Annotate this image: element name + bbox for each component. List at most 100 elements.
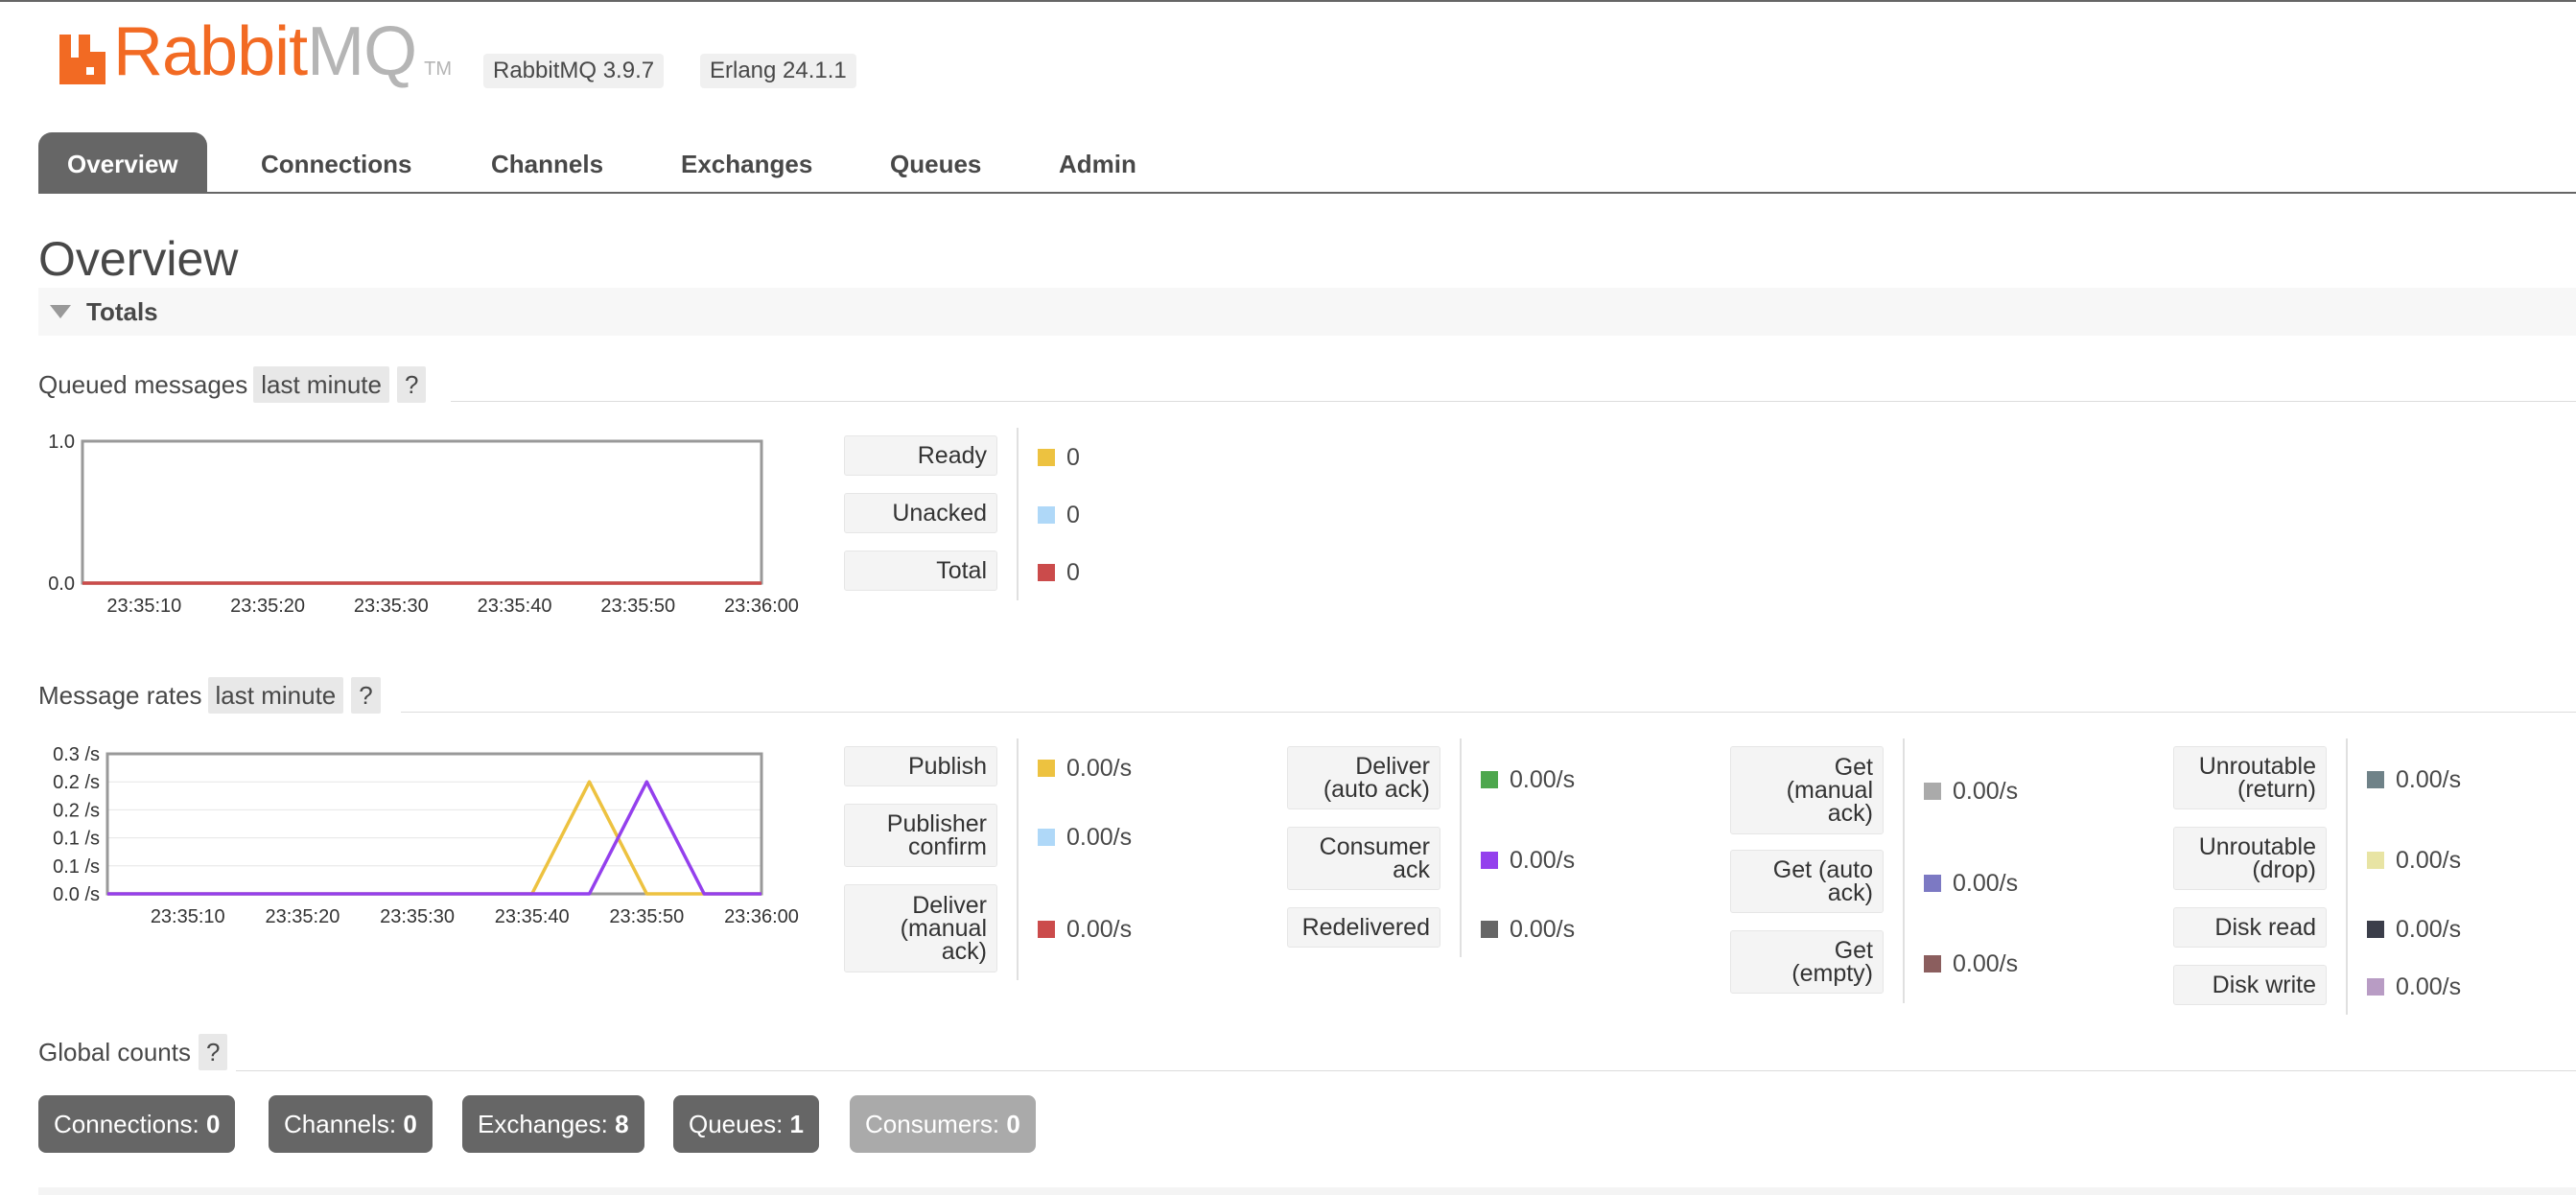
- y-tick-label: 0.1 /s: [53, 829, 100, 850]
- main-nav-tabs: Overview Connections Channels Exchanges …: [38, 132, 2576, 194]
- y-tick-label: 0.0 /s: [53, 884, 100, 905]
- legend-label-redelivered: Redelivered: [1287, 907, 1440, 948]
- disk-read-swatch: [2367, 921, 2384, 938]
- deliver-auto-ack-swatch: [1481, 771, 1498, 788]
- queues-count-button[interactable]: Queues: 1: [673, 1095, 819, 1153]
- tab-admin[interactable]: Admin: [1030, 132, 1165, 194]
- tab-exchanges[interactable]: Exchanges: [652, 132, 841, 194]
- legend-value-disk-write: 0.00/s: [2367, 972, 2461, 1001]
- x-tick-label: 23:36:00: [724, 596, 799, 617]
- y-tick-label: 0.0: [48, 574, 75, 595]
- consumer-ack-swatch: [1481, 852, 1498, 869]
- x-tick-label: 23:35:20: [230, 596, 305, 617]
- totals-section-header[interactable]: Totals: [38, 288, 2576, 336]
- rabbitmq-version-badge: RabbitMQ 3.9.7: [483, 54, 665, 88]
- top-border: [0, 0, 2576, 2]
- global-counts-heading: Global counts?: [38, 1034, 228, 1070]
- legend-label-get-auto-ack: Get (auto ack): [1730, 850, 1884, 913]
- x-tick-label: 23:35:20: [265, 906, 340, 927]
- x-tick-label: 23:35:10: [151, 906, 225, 927]
- connections-count-button[interactable]: Connections: 0: [38, 1095, 236, 1153]
- legend-label-get-manual-ack: Get (manual ack): [1730, 746, 1884, 834]
- x-tick-label: 23:35:30: [380, 906, 455, 927]
- x-tick-label: 23:35:30: [354, 596, 429, 617]
- legend-value-redelivered: 0.00/s: [1481, 915, 1575, 944]
- divider: [401, 712, 2576, 713]
- message-rates-heading: Message rates last minute?: [38, 677, 381, 714]
- legend-value-get-auto-ack: 0.00/s: [1924, 869, 2018, 898]
- legend-divider: [1017, 428, 1019, 600]
- rates-help-button[interactable]: ?: [351, 677, 381, 714]
- global-counts-help-button[interactable]: ?: [198, 1034, 228, 1070]
- legend-label-consumer-ack: Consumer ack: [1287, 827, 1440, 890]
- queued-help-button[interactable]: ?: [396, 366, 427, 403]
- channels-count-button[interactable]: Channels: 0: [269, 1095, 433, 1153]
- x-tick-label: 23:35:40: [495, 906, 570, 927]
- legend-value-unacked: 0: [1038, 501, 1080, 529]
- unroutable-drop-swatch: [2367, 852, 2384, 869]
- legend-value-total: 0: [1038, 558, 1080, 587]
- queued-messages-heading: Queued messages last minute?: [38, 366, 427, 403]
- divider: [451, 401, 2576, 402]
- redelivered-swatch: [1481, 921, 1498, 938]
- exchanges-count-button[interactable]: Exchanges: 8: [462, 1095, 644, 1153]
- get-empty-swatch: [1924, 955, 1941, 972]
- total-swatch: [1038, 564, 1055, 581]
- y-tick-label: 1.0: [48, 432, 75, 453]
- legend-value-unroutable-drop: 0.00/s: [2367, 846, 2461, 875]
- page-title: Overview: [38, 232, 239, 286]
- message-rates-title: Message rates: [38, 681, 202, 710]
- legend-label-get-empty: Get (empty): [1730, 930, 1884, 994]
- tab-channels[interactable]: Channels: [462, 132, 632, 194]
- message-rates-chart: 0.3 /s 0.2 /s 0.2 /s 0.1 /s 0.1 /s 0.0 /s 23:3…: [53, 744, 799, 927]
- unacked-swatch: [1038, 506, 1055, 524]
- unroutable-return-swatch: [2367, 771, 2384, 788]
- consumers-count-button[interactable]: Consumers: 0: [850, 1095, 1036, 1153]
- ready-swatch: [1038, 449, 1055, 466]
- legend-value-publisher-confirm: 0.00/s: [1038, 823, 1132, 852]
- tab-queues[interactable]: Queues: [861, 132, 1010, 194]
- deliver-manual-ack-swatch: [1038, 921, 1055, 938]
- queued-messages-chart: 1.0 0.0 23:35:10 23:35:20 23:35:30 23:35:40 23…: [48, 432, 799, 617]
- disk-write-swatch: [2367, 978, 2384, 996]
- x-tick-label: 23:35:50: [609, 906, 684, 927]
- divider: [236, 1070, 2576, 1071]
- legend-value-deliver-manual-ack: 0.00/s: [1038, 915, 1132, 944]
- tab-connections[interactable]: Connections: [232, 132, 440, 194]
- legend-value-get-manual-ack: 0.00/s: [1924, 777, 2018, 806]
- legend-value-disk-read: 0.00/s: [2367, 915, 2461, 944]
- legend-value-get-empty: 0.00/s: [1924, 949, 2018, 978]
- legend-value-publish: 0.00/s: [1038, 754, 1132, 783]
- plot-frame: [81, 439, 763, 585]
- publish-swatch: [1038, 760, 1055, 777]
- logo-trademark: TM: [424, 59, 452, 80]
- publisher-confirm-swatch: [1038, 829, 1055, 846]
- legend-label-unroutable-drop: Unroutable (drop): [2173, 827, 2327, 890]
- x-tick-label: 23:35:50: [600, 596, 675, 617]
- legend-divider: [1017, 738, 1019, 980]
- rabbit-logo-icon: [59, 35, 105, 84]
- totals-label: Totals: [86, 297, 158, 326]
- legend-label-unroutable-return: Unroutable (return): [2173, 746, 2327, 809]
- legend-label-deliver-manual-ack: Deliver (manual ack): [844, 884, 997, 972]
- tab-overview[interactable]: Overview: [38, 132, 207, 194]
- legend-label-publisher-confirm: Publisher confirm: [844, 804, 997, 867]
- y-tick-label: 0.3 /s: [53, 744, 100, 765]
- rates-range-selector[interactable]: last minute: [207, 677, 344, 714]
- erlang-version-badge: Erlang 24.1.1: [700, 54, 856, 88]
- logo-wordmark: RabbitMQ: [113, 13, 417, 90]
- legend-label-deliver-auto-ack: Deliver (auto ack): [1287, 746, 1440, 809]
- legend-label-publish: Publish: [844, 746, 997, 786]
- get-auto-ack-swatch: [1924, 875, 1941, 892]
- legend-label-unacked: Unacked: [844, 493, 997, 533]
- global-counts-title: Global counts: [38, 1038, 191, 1066]
- legend-label-disk-read: Disk read: [2173, 907, 2327, 948]
- collapse-triangle-icon: [50, 305, 71, 318]
- rabbitmq-logo[interactable]: RabbitMQ TM: [58, 13, 452, 90]
- next-section-edge: [38, 1187, 2576, 1195]
- x-tick-label: 23:36:00: [724, 906, 799, 927]
- legend-divider: [1460, 738, 1462, 957]
- y-tick-label: 0.2 /s: [53, 772, 100, 793]
- x-tick-label: 23:35:40: [478, 596, 552, 617]
- queued-range-selector[interactable]: last minute: [253, 366, 389, 403]
